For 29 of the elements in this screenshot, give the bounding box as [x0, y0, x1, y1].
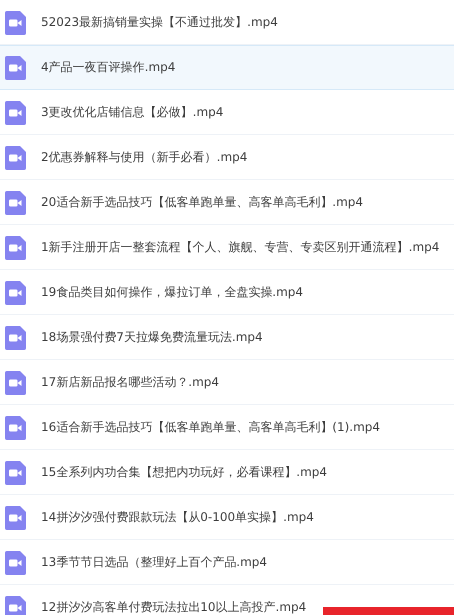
file-row[interactable]: 4产品一夜百评操作.mp4	[0, 45, 454, 90]
video-file-icon	[5, 326, 26, 350]
video-file-icon	[5, 416, 26, 440]
video-file-icon	[5, 460, 26, 484]
video-file-icon	[5, 506, 26, 530]
video-file-icon	[5, 10, 26, 34]
video-file-icon	[5, 146, 26, 170]
file-name: 3更改优化店铺信息【必做】.mp4	[41, 104, 224, 121]
file-name: 19食品类目如何操作，爆拉订单，全盘实操.mp4	[41, 284, 304, 301]
video-file-icon	[5, 56, 26, 80]
video-file-icon	[5, 100, 26, 124]
file-name: 15全系列内功合集【想把内功玩好，必看课程】.mp4	[41, 464, 328, 481]
file-name: 14拼汐汐强付费跟款玩法【从0-100单实操】.mp4	[41, 509, 314, 526]
file-name: 2优惠券解释与使用（新手必看）.mp4	[41, 149, 248, 166]
video-file-icon	[5, 550, 26, 574]
file-name: 52023最新搞销量实操【不通过批发】.mp4	[41, 14, 278, 31]
video-file-icon	[5, 280, 26, 304]
file-name: 4产品一夜百评操作.mp4	[41, 59, 176, 76]
file-name: 13季节节日选品（整理好上百个产品.mp4	[41, 554, 268, 571]
video-file-icon	[5, 596, 26, 615]
file-name: 1新手注册开店一整套流程【个人、旗舰、专营、专卖区别开通流程】.mp4	[41, 239, 440, 256]
video-file-icon	[5, 190, 26, 214]
file-name: 16适合新手选品技巧【低客单跑单量、高客单高毛利】(1).mp4	[41, 419, 380, 436]
file-name: 18场景强付费7天拉爆免费流量玩法.mp4	[41, 329, 263, 346]
file-name: 17新店新品报名哪些活动？.mp4	[41, 374, 220, 391]
file-name: 12拼汐汐高客单付费玩法拉出10以上高投产.mp4	[41, 599, 306, 615]
video-file-icon	[5, 236, 26, 260]
video-file-icon	[5, 370, 26, 394]
file-name: 20适合新手选品技巧【低客单跑单量、高客单高毛利】.mp4	[41, 194, 364, 211]
